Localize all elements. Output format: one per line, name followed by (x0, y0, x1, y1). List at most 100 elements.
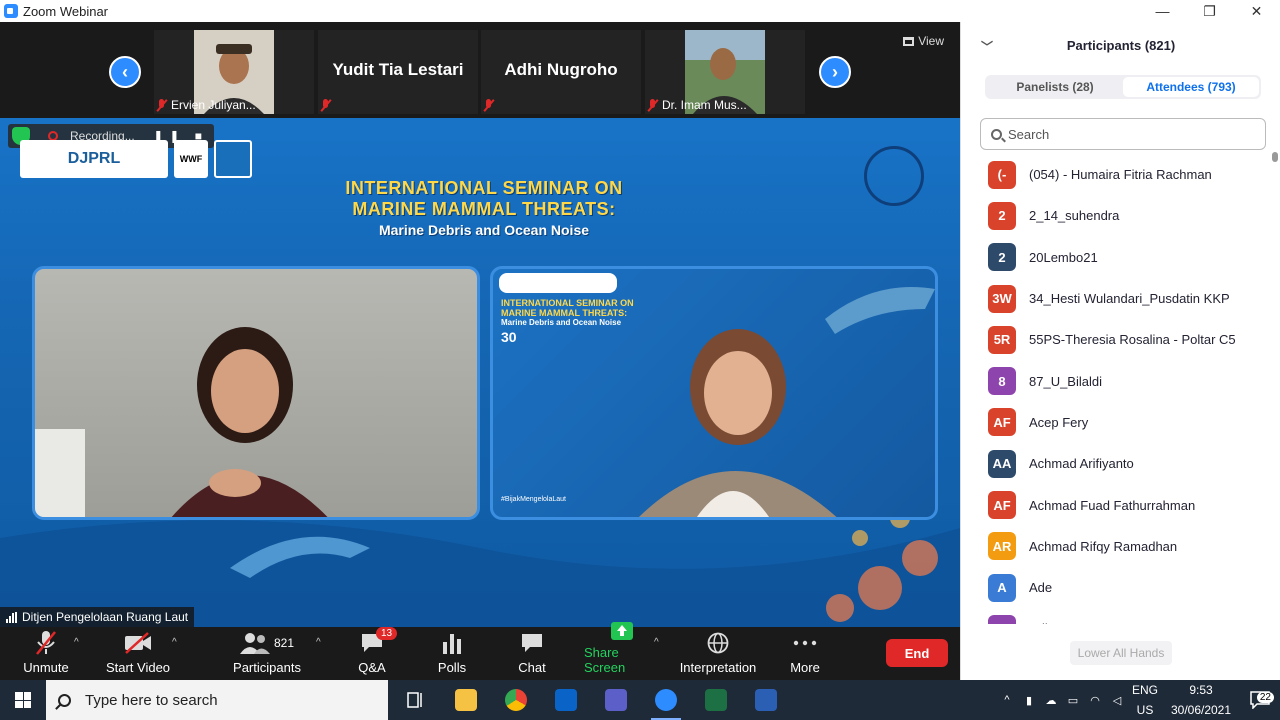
collapse-chevron-icon[interactable]: ﹀ (981, 38, 993, 55)
minimize-button[interactable]: — (1139, 0, 1186, 22)
teams-icon[interactable] (591, 680, 641, 720)
notification-count: 22 (1256, 692, 1274, 703)
mic-muted-icon (647, 98, 658, 112)
attendee-name: Adi... (1029, 621, 1059, 624)
restore-button[interactable]: ❐ (1186, 0, 1233, 22)
attendee-row[interactable]: AF Achmad Fuad Fathurrahman (980, 484, 1266, 525)
attendee-avatar: 5R (988, 325, 1016, 354)
attendee-row[interactable]: AA Adi... (980, 608, 1266, 624)
taskbar-search-box[interactable]: Type here to search (46, 680, 388, 720)
attendee-avatar: AF (988, 491, 1016, 520)
view-button[interactable]: View (903, 34, 944, 48)
more-button[interactable]: More (788, 627, 822, 680)
tile-name-large: Adhi Nugroho (504, 60, 618, 79)
mic-muted-icon (32, 630, 60, 656)
video-tile[interactable]: Adhi Nugroho (481, 30, 641, 114)
video-tile[interactable]: Dr. Imam Mus... (645, 30, 805, 114)
volume-icon[interactable]: ◁ (1106, 694, 1128, 707)
video-options-caret-icon[interactable]: ^ (172, 637, 177, 648)
microphone-tray-icon[interactable]: ▮ (1018, 694, 1040, 707)
unmute-button[interactable]: Unmute (22, 627, 70, 680)
meeting-toolbar: Unmute ^ Start Video ^ 821 Participants … (0, 622, 960, 680)
onedrive-cloud-icon[interactable]: ☁ (1040, 694, 1062, 707)
whale-shark-illustration (825, 287, 935, 334)
view-label: View (918, 34, 944, 48)
tab-attendees[interactable]: Attendees (793) (1123, 77, 1259, 97)
attendee-name: Achmad Arifiyanto (1029, 456, 1134, 472)
attendee-row[interactable]: 2 20Lembo21 (980, 237, 1266, 278)
video-tile[interactable]: Ervien Juliyan... (154, 30, 314, 114)
search-icon (58, 693, 71, 707)
attendee-row[interactable]: AF Acep Fery (980, 402, 1266, 443)
attendee-row[interactable]: AA Achmad Arifiyanto (980, 443, 1266, 484)
attendee-row[interactable]: (- (054) - Humaira Fitria Rachman (980, 154, 1266, 195)
active-speaker-label: Ditjen Pengelolaan Ruang Laut (0, 607, 195, 627)
attendee-row[interactable]: 5R 55PS-Theresia Rosalina - Poltar C5 (980, 319, 1266, 360)
input-language-indicator[interactable]: ENG US (1128, 680, 1162, 720)
attendee-row[interactable]: A Ade (980, 567, 1266, 608)
video-tile[interactable]: Yudit Tia Lestari (318, 30, 478, 114)
speaker-right-person (639, 329, 837, 517)
attendee-row[interactable]: 8 87_U_Bilaldi (980, 360, 1266, 401)
next-page-arrow-icon[interactable]: › (819, 56, 851, 88)
system-clock[interactable]: 9:53 30/06/2021 (1162, 680, 1240, 720)
prev-page-arrow-icon[interactable]: ‹ (109, 56, 141, 88)
outlook-icon[interactable] (541, 680, 591, 720)
task-view-icon[interactable] (391, 680, 441, 720)
attendee-row[interactable]: AR Achmad Rifqy Ramadhan (980, 526, 1266, 567)
taskbar-search-placeholder: Type here to search (85, 691, 218, 709)
attendee-row[interactable]: 2 2_14_suhendra (980, 195, 1266, 236)
tile-name-large: Yudit Tia Lestari (332, 60, 464, 79)
chat-button[interactable]: Chat (516, 627, 548, 680)
globe-icon (704, 630, 732, 656)
share-options-caret-icon[interactable]: ^ (654, 637, 659, 648)
qa-button[interactable]: 13 Q&A (354, 627, 398, 680)
tile-label (483, 99, 498, 112)
lower-all-hands-button[interactable]: Lower All Hands (1070, 641, 1172, 665)
close-button[interactable]: ✕ (1233, 0, 1280, 22)
attendee-name: 55PS-Theresia Rosalina - Poltar C5 (1029, 332, 1236, 348)
attendee-avatar: AF (988, 408, 1016, 437)
wifi-icon[interactable]: ◠ (1084, 694, 1106, 707)
word-icon[interactable] (741, 680, 791, 720)
start-video-button[interactable]: Start Video (104, 627, 172, 680)
mic-muted-icon (483, 99, 494, 112)
video-off-icon (124, 630, 152, 656)
zoom-taskbar-icon[interactable] (641, 680, 691, 720)
attendee-avatar: AR (988, 532, 1016, 561)
start-button[interactable] (0, 680, 46, 720)
search-icon (991, 128, 1002, 140)
excel-icon[interactable] (691, 680, 741, 720)
audio-options-caret-icon[interactable]: ^ (74, 637, 79, 648)
chrome-icon[interactable] (491, 680, 541, 720)
notification-center-icon[interactable]: 22 (1240, 691, 1280, 709)
participants-button[interactable]: 821 Participants (232, 627, 302, 680)
polls-button[interactable]: Polls (436, 627, 468, 680)
interpretation-button[interactable]: Interpretation (676, 627, 760, 680)
tray-expand-chevron-icon[interactable]: ^ (996, 694, 1018, 706)
end-webinar-button[interactable]: End (886, 639, 948, 667)
more-dots-icon (791, 630, 819, 656)
share-screen-button[interactable]: Share Screen (584, 622, 660, 680)
shared-screen: Recording... ❚❚ ■ DJPRL WWF INTERNATIONA… (0, 118, 960, 627)
participants-icon: 821 (237, 630, 297, 656)
windows-logo-icon (15, 692, 31, 708)
chat-icon (518, 630, 546, 656)
file-explorer-icon[interactable] (441, 680, 491, 720)
participant-search-input[interactable]: Search (980, 118, 1266, 150)
active-speaker-name: Ditjen Pengelolaan Ruang Laut (22, 610, 189, 624)
speaker-video-left (32, 266, 480, 520)
attendee-name: 87_U_Bilaldi (1029, 373, 1102, 389)
participants-caret-icon[interactable]: ^ (316, 637, 321, 648)
participants-count: 821 (273, 636, 295, 650)
attendee-avatar: AA (988, 449, 1016, 478)
attendee-list-scrollbar[interactable] (1272, 152, 1278, 624)
tab-panelists[interactable]: Panelists (28) (987, 77, 1123, 97)
attendee-row[interactable]: 3W 34_Hesti Wulandari_Pusdatin KKP (980, 278, 1266, 319)
zoom-logo-icon (4, 4, 18, 18)
video-strip: ‹ Ervien Juliyan... Yudit Tia Lestari Ad… (0, 22, 960, 118)
mini-logos (499, 273, 617, 293)
sponsor-logos: DJPRL WWF (20, 140, 252, 178)
battery-icon[interactable]: ▭ (1062, 694, 1084, 707)
seminar-title: INTERNATIONAL SEMINAR ON MARINE MAMMAL T… (0, 178, 960, 238)
